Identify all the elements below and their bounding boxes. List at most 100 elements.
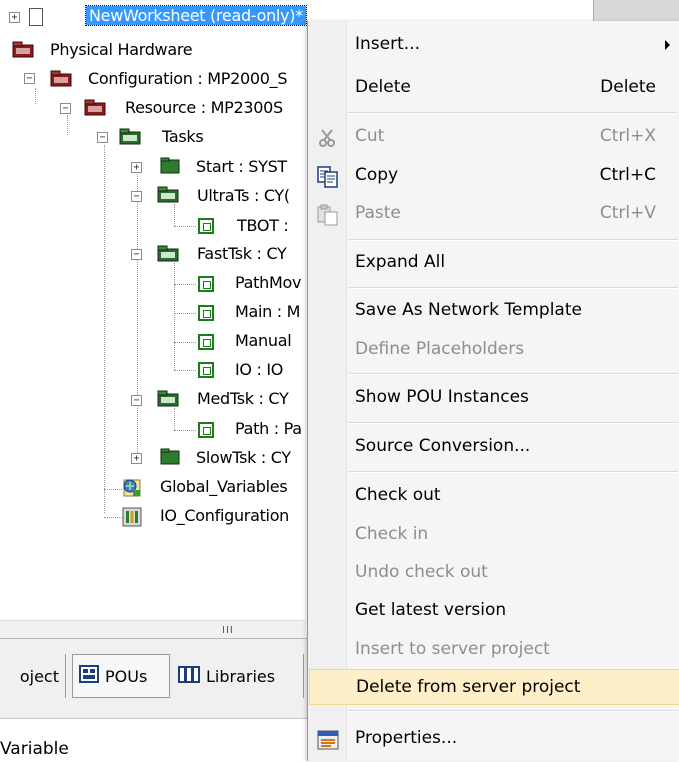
pou-instance-icon	[198, 362, 214, 378]
menu-item-get-latest-version[interactable]: Get latest version	[309, 593, 679, 629]
tree-item-label[interactable]: Tasks	[162, 127, 204, 146]
context-menu[interactable]: Insert... Delete Delete Cut Ctrl+X Copy …	[307, 21, 679, 761]
tab-pous[interactable]: POUs	[72, 654, 170, 698]
tree-item-label[interactable]: Resource : MP2300S	[125, 98, 283, 117]
horizontal-scrollbar[interactable]: III	[0, 620, 305, 638]
menu-item-expand-all[interactable]: Expand All	[309, 245, 679, 281]
tree-item-label[interactable]: Main : M	[235, 302, 300, 321]
menu-item-define-placeholders[interactable]: Define Placeholders	[309, 332, 679, 368]
menu-item-label: Define Placeholders	[355, 339, 525, 359]
paste-icon	[317, 204, 339, 226]
tree-item-label[interactable]: TBOT :	[237, 216, 289, 235]
menu-item-label: Save As Network Template	[355, 300, 582, 320]
menu-item-label: Show POU Instances	[355, 387, 529, 407]
tree-line	[174, 408, 175, 430]
menu-item-insert-to-server-project[interactable]: Insert to server project	[309, 632, 679, 668]
tree-item-label[interactable]: IO_Configuration	[160, 506, 289, 525]
task-folder-icon	[160, 448, 180, 469]
menu-item-copy[interactable]: Copy Ctrl+C	[309, 158, 679, 194]
expand-toggle[interactable]: +	[9, 12, 20, 23]
tree-line	[35, 88, 36, 104]
tree-item-label[interactable]: Path : Pa	[235, 419, 302, 438]
menu-separator	[348, 239, 678, 241]
menu-item-check-in[interactable]: Check in	[309, 517, 679, 553]
configuration-folder-icon	[50, 70, 72, 91]
tree-line	[174, 430, 196, 431]
menu-item-label: Insert...	[355, 34, 420, 54]
tree-item-label[interactable]: FastTsk : CY	[197, 244, 287, 263]
menu-item-cut[interactable]: Cut Ctrl+X	[309, 119, 679, 155]
scroll-grip[interactable]: III	[222, 625, 234, 636]
tree-line	[174, 204, 175, 226]
tree-item-label[interactable]: Physical Hardware	[50, 40, 193, 59]
menu-separator	[348, 373, 678, 375]
collapse-toggle[interactable]: −	[97, 132, 108, 143]
menu-item-insert[interactable]: Insert...	[309, 27, 679, 63]
task-folder-icon	[160, 157, 180, 178]
menu-item-label: Paste	[355, 203, 401, 223]
io-configuration-icon	[122, 507, 142, 531]
hardware-folder-icon	[12, 41, 34, 62]
menu-item-label: Delete from server project	[356, 677, 581, 697]
menu-item-label: Undo check out	[355, 562, 488, 582]
tab-label: Libraries	[206, 666, 276, 686]
menu-separator	[348, 471, 678, 473]
menu-separator	[348, 422, 678, 424]
resource-folder-icon	[84, 99, 106, 120]
menu-item-properties[interactable]: Properties...	[309, 721, 679, 757]
collapse-toggle[interactable]: −	[131, 395, 142, 406]
tree-item-label[interactable]: Start : SYST	[196, 157, 287, 176]
global-variables-icon	[121, 477, 143, 503]
menu-item-label: Check out	[355, 485, 441, 505]
tree-line	[174, 226, 196, 227]
menu-item-label: Properties...	[355, 728, 458, 748]
expand-toggle[interactable]: +	[131, 453, 142, 464]
tree-line	[137, 174, 138, 459]
tree-item-label[interactable]: NewWorksheet (read-only)*	[85, 5, 307, 26]
expand-toggle[interactable]: +	[131, 162, 142, 173]
collapse-toggle[interactable]: −	[131, 191, 142, 202]
tree-item-label[interactable]: IO : IO	[235, 360, 283, 379]
menu-item-label: Get latest version	[355, 600, 507, 620]
menu-item-label: Cut	[355, 126, 385, 146]
tree-item-label[interactable]: Configuration : MP2000_S	[88, 69, 288, 88]
pou-instance-icon	[198, 276, 214, 292]
tab-libraries[interactable]: Libraries	[172, 654, 304, 698]
menu-item-shortcut: Delete	[600, 77, 656, 97]
tree-item-label[interactable]: MedTsk : CY	[197, 389, 289, 408]
pou-instance-icon	[198, 218, 214, 234]
tree-line	[174, 263, 175, 370]
collapse-toggle[interactable]: −	[60, 103, 71, 114]
menu-item-save-as-network-template[interactable]: Save As Network Template	[309, 293, 679, 329]
variable-panel-title: Variable	[0, 739, 69, 759]
pous-tab-icon	[79, 665, 99, 687]
menu-item-paste[interactable]: Paste Ctrl+V	[309, 196, 679, 232]
collapse-toggle[interactable]: −	[24, 73, 35, 84]
menu-item-source-conversion[interactable]: Source Conversion...	[309, 429, 679, 465]
menu-item-label: Source Conversion...	[355, 436, 531, 456]
menu-item-label: Insert to server project	[355, 639, 550, 659]
menu-item-delete-from-server-project[interactable]: Delete from server project	[309, 669, 679, 705]
menu-item-label: Check in	[355, 524, 429, 544]
tree-item-label[interactable]: UltraTs : CY(	[197, 186, 290, 205]
menu-item-label: Delete	[355, 77, 411, 97]
tree-item-label[interactable]: Global_Variables	[160, 477, 288, 496]
libraries-tab-icon	[178, 665, 200, 687]
menu-item-check-out[interactable]: Check out	[309, 478, 679, 514]
tree-item-label[interactable]: Manual	[235, 331, 292, 350]
tasks-folder-icon	[119, 128, 141, 149]
collapse-toggle[interactable]: −	[131, 249, 142, 260]
menu-item-delete[interactable]: Delete Delete	[309, 70, 679, 106]
menu-separator	[348, 112, 678, 114]
menu-item-shortcut: Ctrl+C	[599, 165, 656, 185]
tree-line	[104, 517, 122, 518]
menu-item-show-pou-instances[interactable]: Show POU Instances	[309, 380, 679, 416]
menu-item-shortcut: Ctrl+V	[599, 203, 656, 223]
tab-project[interactable]: oject	[0, 654, 66, 698]
tree-item-label[interactable]: SlowTsk : CY	[196, 448, 291, 467]
tree-line	[67, 115, 68, 135]
tree-item-label[interactable]: PathMov	[235, 273, 301, 292]
menu-separator	[348, 287, 678, 289]
menu-item-undo-check-out[interactable]: Undo check out	[309, 555, 679, 591]
task-folder-icon	[157, 245, 179, 266]
